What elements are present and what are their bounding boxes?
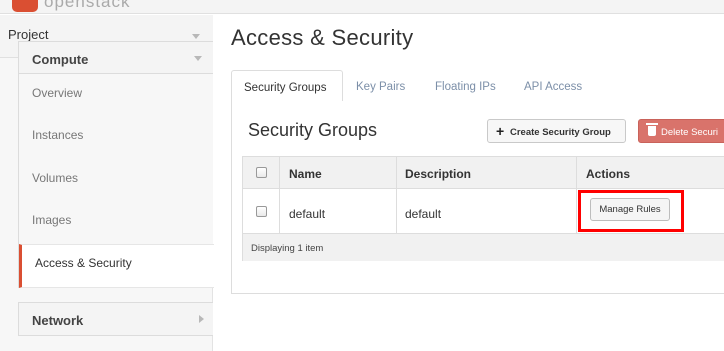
table-header: Name Description Actions	[243, 157, 724, 189]
sidebar-network-panel[interactable]: Network	[18, 302, 213, 336]
select-all-checkbox[interactable]	[256, 167, 267, 178]
plus-icon: +	[496, 123, 505, 139]
row-name: default	[289, 207, 326, 221]
create-button-label: Create Security Group	[510, 127, 611, 138]
tab-bar: Security Groups Key Pairs Floating IPs A…	[231, 70, 724, 102]
section-title: Security Groups	[248, 120, 378, 140]
sidebar-project-label: Project	[8, 27, 49, 42]
column-divider	[576, 157, 577, 234]
row-description: default	[405, 207, 442, 221]
logo-icon[interactable]	[12, 0, 38, 12]
sidebar-item-overview[interactable]: Overview	[19, 74, 214, 116]
sidebar-item-label: Overview	[32, 86, 83, 100]
sidebar-compute-label: Compute	[32, 52, 89, 67]
sidebar-item-volumes[interactable]: Volumes	[19, 159, 214, 201]
chevron-right-icon	[199, 315, 204, 323]
chevron-down-icon	[192, 34, 200, 39]
tab-security-groups[interactable]: Security Groups	[231, 70, 343, 102]
logo-text: openstack	[44, 0, 131, 11]
sidebar-compute-panel[interactable]: Compute	[18, 41, 213, 74]
tab-key-pairs[interactable]: Key Pairs	[356, 70, 405, 102]
trash-icon	[646, 123, 658, 136]
top-bar: openstack	[0, 0, 724, 14]
page-title: Access & Security	[231, 25, 414, 50]
sidebar-item-label: Images	[32, 213, 72, 227]
table-item-count: Displaying 1 item	[251, 243, 324, 254]
row-checkbox[interactable]	[256, 206, 267, 217]
sidebar-item-label: Access & Security	[35, 256, 132, 270]
table-footer: Displaying 1 item	[243, 234, 724, 261]
column-divider	[396, 157, 397, 234]
sidebar-item-label: Instances	[32, 128, 84, 142]
tab-floating-ips[interactable]: Floating IPs	[435, 70, 496, 102]
column-header-name[interactable]: Name	[289, 167, 322, 181]
delete-security-groups-button[interactable]: Delete Securi	[638, 119, 724, 143]
sidebar-item-label: Volumes	[32, 171, 79, 185]
sidebar-network-label: Network	[32, 313, 84, 328]
column-header-description[interactable]: Description	[405, 167, 471, 181]
sidebar-item-images[interactable]: Images	[19, 201, 214, 243]
sidebar-item-access-security[interactable]: Access & Security	[19, 244, 214, 288]
sidebar-item-instances[interactable]: Instances	[19, 116, 214, 158]
chevron-down-icon	[194, 56, 202, 61]
sidebar-compute-items: Overview Instances Volumes Images Access…	[18, 74, 214, 288]
column-header-actions: Actions	[586, 167, 631, 181]
tab-api-access[interactable]: API Access	[524, 70, 582, 102]
create-security-group-button[interactable]: + Create Security Group	[487, 119, 626, 143]
highlight-box	[578, 190, 684, 232]
delete-button-label: Delete Securi	[661, 127, 719, 138]
column-divider	[279, 157, 280, 234]
